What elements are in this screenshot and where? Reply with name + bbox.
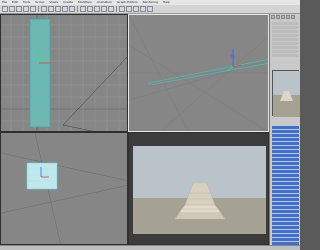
unlink-icon[interactable] [23,6,29,12]
layer-item[interactable] [272,234,299,237]
layer-item[interactable] [272,154,299,157]
scale-icon[interactable] [69,6,75,12]
status-bar [0,245,300,250]
layer-item[interactable] [272,138,299,141]
layer-list [272,126,299,246]
perspective-grid [129,15,268,131]
top-grid [1,15,127,131]
layer-item[interactable] [272,178,299,181]
curve-editor-icon[interactable] [126,6,132,12]
panel-row[interactable] [272,30,298,33]
render-setup-icon[interactable] [140,6,146,12]
layer-item[interactable] [272,222,299,225]
layer-item[interactable] [272,158,299,161]
layer-item[interactable] [272,190,299,193]
render-viewport[interactable] [128,132,269,245]
front-viewport[interactable] [0,132,128,245]
layer-item[interactable] [272,230,299,233]
render-icon[interactable] [147,6,153,12]
layers-icon[interactable] [119,6,125,12]
render-letterbox-top [129,133,268,146]
perspective-stair [148,59,268,86]
layer-item[interactable] [272,126,299,129]
modify-tab-icon[interactable] [276,15,280,19]
thumbnail-image [273,71,300,117]
hierarchy-tab-icon[interactable] [281,15,285,19]
layer-item[interactable] [272,238,299,241]
move-icon[interactable] [55,6,61,12]
render-letterbox-bottom [129,234,268,244]
panel-row[interactable] [272,54,298,57]
angle-snap-icon[interactable] [87,6,93,12]
bind-icon[interactable] [30,6,36,12]
rotate-icon[interactable] [62,6,68,12]
layer-item[interactable] [272,194,299,197]
link-icon[interactable] [16,6,22,12]
layer-item[interactable] [272,170,299,173]
toolbar-separator [116,6,117,12]
layer-item[interactable] [272,226,299,229]
mirror-icon[interactable] [101,6,107,12]
layer-item[interactable] [272,214,299,217]
layer-item[interactable] [272,166,299,169]
perspective-viewport-canvas [129,15,268,131]
layer-item[interactable] [272,130,299,133]
perspective-gizmo [226,49,242,72]
snap-icon[interactable] [80,6,86,12]
command-panel [269,14,300,245]
toolbar-separator [38,6,39,12]
front-stair-block [26,162,58,190]
display-tab-icon[interactable] [291,15,295,19]
render-preview-canvas [129,133,268,244]
top-axes [1,15,127,131]
layer-item[interactable] [272,202,299,205]
percent-snap-icon[interactable] [94,6,100,12]
layer-item[interactable] [272,134,299,137]
undo-icon[interactable] [2,6,8,12]
perspective-viewport[interactable] [128,14,269,132]
top-viewport-canvas [1,15,127,131]
command-panel-tabs [270,14,300,21]
panel-row[interactable] [272,38,298,41]
layer-item[interactable] [272,150,299,153]
panel-row[interactable] [272,34,298,37]
material-editor-icon[interactable] [133,6,139,12]
redo-icon[interactable] [9,6,15,12]
material-preview-thumbnail[interactable] [272,70,300,117]
3d-modeling-app-window: File Edit Tools Group Views Create Modifiers An… [0,0,300,250]
align-icon[interactable] [108,6,114,12]
panel-row[interactable] [272,22,298,25]
camera-line-2 [62,124,93,131]
panel-row[interactable] [272,26,298,29]
camera-line [62,56,127,126]
select-region-icon[interactable] [48,6,54,12]
layer-item[interactable] [272,162,299,165]
front-frustum [1,133,127,244]
create-tab-icon[interactable] [271,15,275,19]
layer-item[interactable] [272,186,299,189]
main-toolbar [0,5,300,14]
panel-row[interactable] [272,50,298,53]
toolbar-separator [77,6,78,12]
front-viewport-canvas [1,133,127,244]
panel-row[interactable] [272,46,298,49]
panel-row[interactable] [272,42,298,45]
layer-item[interactable] [272,218,299,221]
select-icon[interactable] [41,6,47,12]
layer-item[interactable] [272,146,299,149]
layer-item[interactable] [272,142,299,145]
top-viewport[interactable] [0,14,128,132]
layer-item[interactable] [272,206,299,209]
layer-item[interactable] [272,210,299,213]
layer-item[interactable] [272,182,299,185]
layer-item[interactable] [272,198,299,201]
layer-item[interactable] [272,174,299,177]
target-icon [230,54,235,59]
motion-tab-icon[interactable] [286,15,290,19]
